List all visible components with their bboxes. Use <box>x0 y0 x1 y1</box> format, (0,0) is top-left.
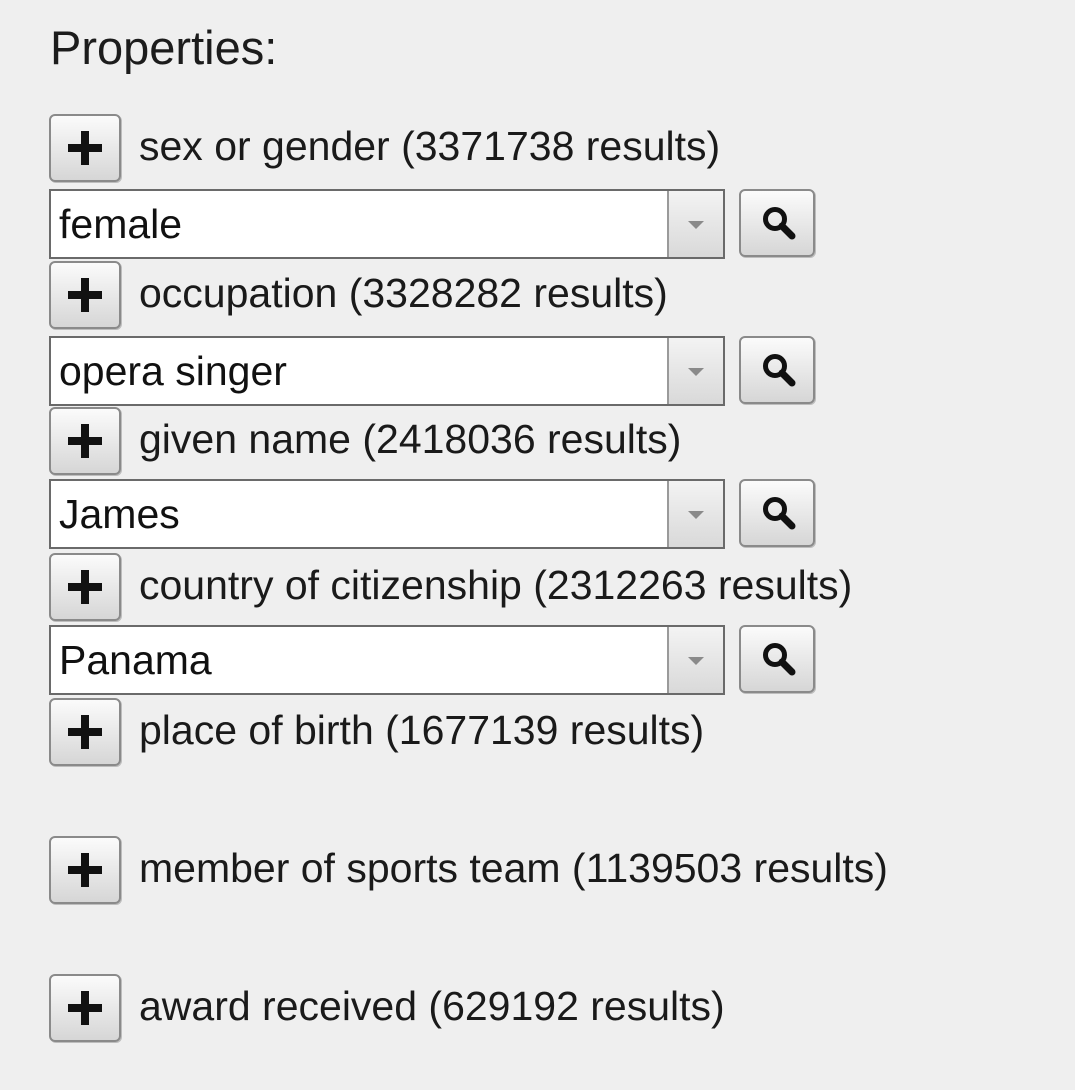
search-icon <box>763 354 796 387</box>
value-input[interactable] <box>51 191 669 257</box>
plus-icon <box>68 278 102 312</box>
value-input[interactable] <box>51 627 669 693</box>
property-label: occupation (3328282 results) <box>139 270 668 316</box>
property-label: place of birth (1677139 results) <box>139 707 705 753</box>
search-icon <box>763 497 796 530</box>
search-icon <box>763 643 796 676</box>
search-icon <box>763 207 796 240</box>
plus-icon <box>68 853 102 887</box>
value-row-sex-or-gender <box>49 189 819 259</box>
chevron-down-icon <box>688 511 704 519</box>
search-button[interactable] <box>739 479 815 547</box>
property-row-given-name: given name (2418036 results) <box>49 407 1049 477</box>
property-label: country of citizenship (2312263 results) <box>139 562 853 608</box>
property-row-sex-or-gender: sex or gender (3371738 results) <box>49 114 1049 184</box>
search-button[interactable] <box>739 189 815 257</box>
panel-title: Properties: <box>50 21 278 74</box>
chevron-down-icon <box>688 368 704 376</box>
value-input[interactable] <box>51 338 669 404</box>
add-property-button[interactable] <box>49 974 121 1042</box>
add-property-button[interactable] <box>49 836 121 904</box>
add-property-button[interactable] <box>49 261 121 329</box>
plus-icon <box>68 131 102 165</box>
property-label: sex or gender (3371738 results) <box>139 123 721 169</box>
plus-icon <box>68 991 102 1025</box>
plus-icon <box>68 715 102 749</box>
add-property-button[interactable] <box>49 698 121 766</box>
plus-icon <box>68 424 102 458</box>
value-row-occupation <box>49 336 819 406</box>
dropdown-toggle[interactable] <box>667 338 723 404</box>
value-combobox <box>49 336 725 406</box>
properties-panel: Properties: sex or gender (3371738 resul… <box>0 0 1075 1090</box>
value-combobox <box>49 625 725 695</box>
value-row-given-name <box>49 479 819 549</box>
add-property-button[interactable] <box>49 553 121 621</box>
property-row-country-of-citizenship: country of citizenship (2312263 results) <box>49 553 1049 623</box>
chevron-down-icon <box>688 657 704 665</box>
property-label: member of sports team (1139503 results) <box>139 845 888 891</box>
property-row-place-of-birth: place of birth (1677139 results) <box>49 698 1049 768</box>
property-label: award received (629192 results) <box>139 983 725 1029</box>
value-input[interactable] <box>51 481 669 547</box>
search-button[interactable] <box>739 625 815 693</box>
dropdown-toggle[interactable] <box>667 627 723 693</box>
value-combobox <box>49 479 725 549</box>
property-label: given name (2418036 results) <box>139 416 682 462</box>
chevron-down-icon <box>688 221 704 229</box>
value-combobox <box>49 189 725 259</box>
plus-icon <box>68 570 102 604</box>
value-row-country-of-citizenship <box>49 625 819 695</box>
dropdown-toggle[interactable] <box>667 191 723 257</box>
add-property-button[interactable] <box>49 114 121 182</box>
property-row-occupation: occupation (3328282 results) <box>49 261 1049 331</box>
property-row-award-received: award received (629192 results) <box>49 974 1049 1044</box>
search-button[interactable] <box>739 336 815 404</box>
property-row-member-of-sports-team: member of sports team (1139503 results) <box>49 836 1049 906</box>
add-property-button[interactable] <box>49 407 121 475</box>
dropdown-toggle[interactable] <box>667 481 723 547</box>
